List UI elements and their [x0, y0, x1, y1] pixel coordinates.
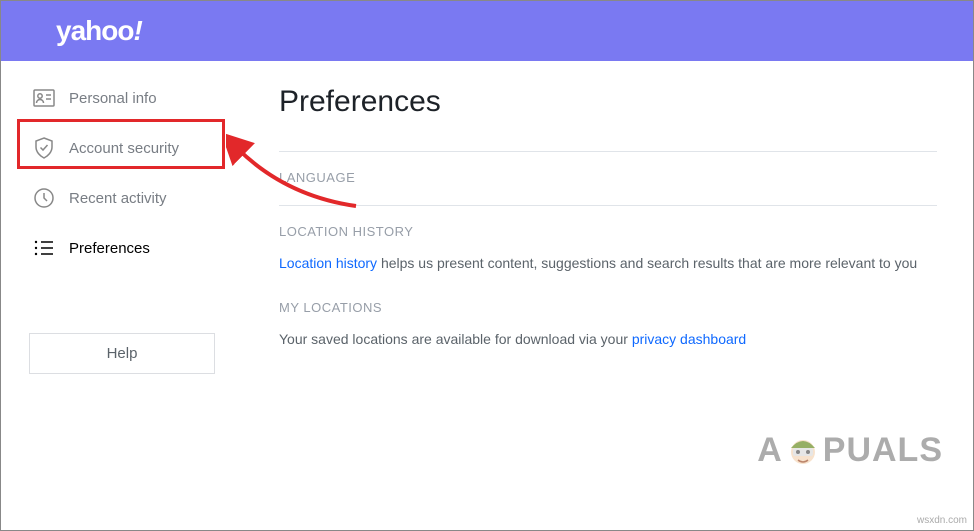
sidebar-item-label: Recent activity	[69, 190, 167, 207]
mascot-icon	[783, 430, 823, 470]
location-history-link[interactable]: Location history	[279, 255, 377, 271]
section-title-location-history: LOCATION HISTORY	[279, 224, 937, 239]
sidebar-item-label: Account security	[69, 140, 179, 157]
list-icon	[33, 237, 55, 259]
watermark: A PUALS	[757, 430, 943, 470]
help-label: Help	[107, 345, 138, 362]
sidebar-item-label: Personal info	[69, 90, 157, 107]
logo-exclaim: !	[133, 15, 141, 46]
help-button[interactable]: Help	[29, 333, 215, 374]
watermark-left: A	[757, 431, 783, 470]
logo-text: yahoo	[56, 15, 133, 46]
site-credit: wsxdn.com	[917, 515, 967, 526]
sidebar-item-preferences[interactable]: Preferences	[1, 223, 243, 273]
section-location-history: LOCATION HISTORY Location history helps …	[279, 205, 937, 274]
section-language: LANGUAGE	[279, 151, 937, 185]
header-bar: yahoo!	[1, 1, 973, 61]
clock-icon	[33, 187, 55, 209]
sidebar-item-personal-info[interactable]: Personal info	[1, 73, 243, 123]
sidebar-item-label: Preferences	[69, 240, 150, 257]
sidebar-item-recent-activity[interactable]: Recent activity	[1, 173, 243, 223]
sidebar: Personal info Account security Recent ac…	[1, 61, 243, 530]
yahoo-logo[interactable]: yahoo!	[56, 15, 142, 47]
location-history-text: Location history helps us present conten…	[279, 253, 937, 274]
shield-check-icon	[33, 137, 55, 159]
sidebar-item-account-security[interactable]: Account security	[1, 123, 243, 173]
privacy-dashboard-link[interactable]: privacy dashboard	[632, 331, 746, 347]
page-title: Preferences	[279, 85, 937, 119]
section-title-my-locations: MY LOCATIONS	[279, 300, 937, 315]
id-card-icon	[33, 87, 55, 109]
section-my-locations: MY LOCATIONS Your saved locations are av…	[279, 294, 937, 350]
section-title-language: LANGUAGE	[279, 170, 937, 185]
my-locations-desc: Your saved locations are available for d…	[279, 331, 632, 347]
watermark-right: PUALS	[823, 431, 943, 470]
location-history-desc: helps us present content, suggestions an…	[377, 255, 917, 271]
my-locations-text: Your saved locations are available for d…	[279, 329, 937, 350]
